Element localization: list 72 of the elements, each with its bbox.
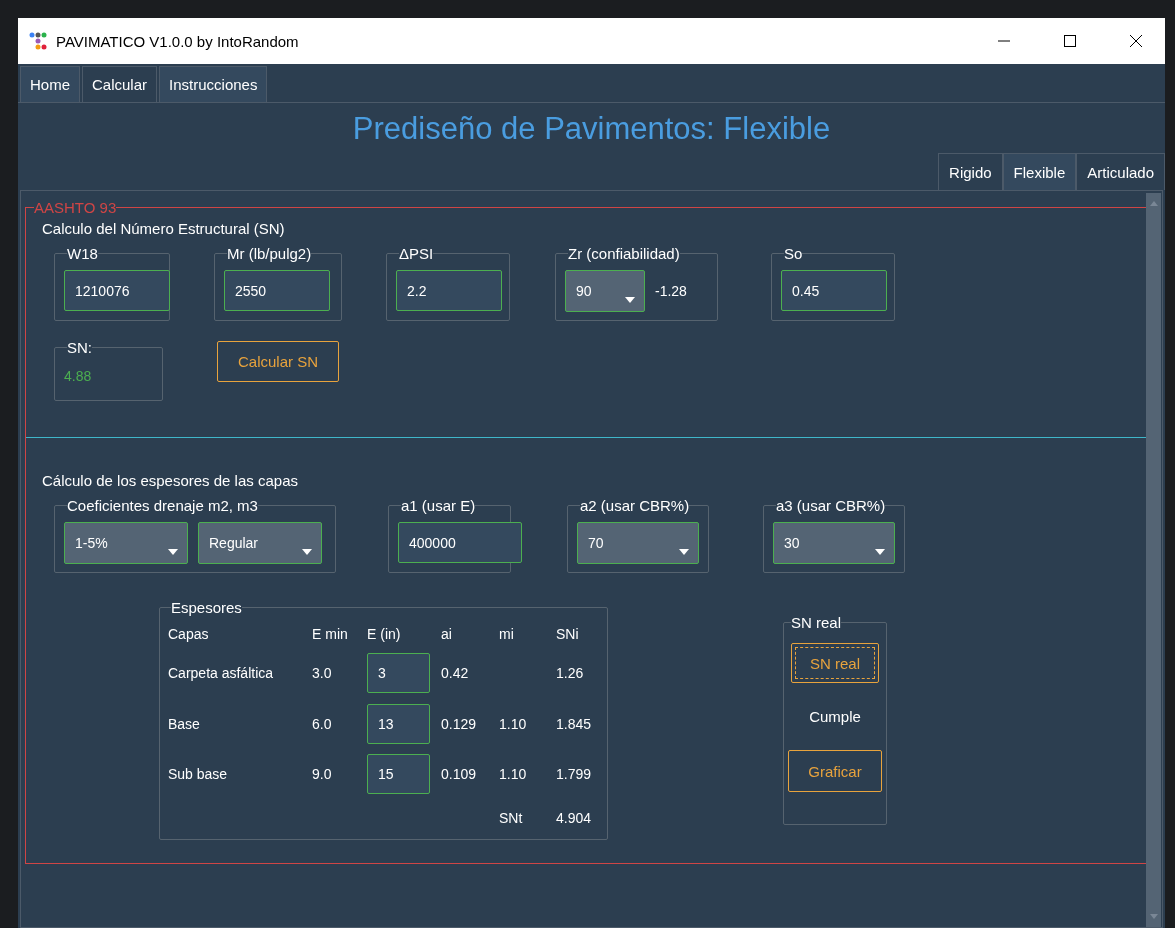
table-cell-text: SNt [499, 810, 524, 826]
sn-real-button[interactable]: SN real [791, 643, 879, 683]
input-field[interactable]: 2550 [224, 270, 330, 311]
tab[interactable]: Instrucciones [159, 66, 268, 102]
group-label: ΔPSI [399, 245, 434, 262]
table-cell-text: 1.10 [499, 716, 528, 732]
table-cell-text: 0.109 [441, 766, 478, 782]
page-heading: Prediseño de Pavimentos: Flexible [351, 111, 832, 147]
input-field[interactable]: 2.2 [396, 270, 502, 311]
table-cell-text: 1.799 [556, 766, 593, 782]
group-label: SN: [67, 339, 92, 356]
group-label: W18 [67, 245, 98, 262]
table-cell-text: 3.0 [312, 665, 333, 681]
column-header: SNi [556, 626, 580, 642]
tab[interactable]: Home [20, 66, 80, 102]
input-field[interactable]: 13 [367, 704, 430, 744]
table-cell-text: 0.42 [441, 665, 470, 681]
dropdown[interactable]: Regular [198, 522, 322, 564]
close-icon[interactable] [1129, 34, 1143, 48]
group-label: AASHTO 93 [34, 199, 117, 216]
table-cell-text: 9.0 [312, 766, 333, 782]
status-text: Cumple [809, 708, 861, 727]
table-cell-text: 1.10 [499, 766, 528, 782]
input-field[interactable]: 15 [367, 754, 430, 794]
input-field[interactable]: 400000 [398, 522, 522, 563]
tab[interactable]: Flexible [1002, 153, 1077, 190]
dropdown[interactable]: 1-5% [64, 522, 188, 564]
table-cell-text: 6.0 [312, 716, 333, 732]
calculate-button[interactable]: Calcular SN [217, 341, 339, 382]
column-header: ai [441, 626, 453, 642]
sn-value: 4.88 [64, 368, 92, 384]
group-label: So [784, 245, 803, 262]
caret-icon [679, 549, 689, 555]
dropdown[interactable]: 70 [577, 522, 699, 564]
tab[interactable]: Rigido [938, 153, 1003, 190]
table-cell-text: 1.26 [556, 665, 585, 681]
plot-button[interactable]: Graficar [788, 750, 882, 792]
column-header: Capas [168, 626, 210, 642]
table-cell-text: Carpeta asfáltica [168, 665, 275, 681]
tab[interactable]: Articulado [1076, 153, 1165, 190]
group-label: SN real [791, 614, 842, 631]
caret-icon [875, 549, 885, 555]
group-label: a3 (usar CBR%) [776, 497, 886, 514]
section-title: Cálculo de los espesores de las capas [42, 472, 299, 489]
app-icon [28, 31, 48, 51]
column-header: mi [499, 626, 515, 642]
group-label: a1 (usar E) [401, 497, 476, 514]
table-cell-text: 0.129 [441, 716, 478, 732]
column-header: E min [312, 626, 349, 642]
group-label: Zr (confiabilidad) [568, 245, 680, 262]
input-field[interactable]: 3 [367, 653, 430, 693]
caret-icon [302, 549, 312, 555]
input-field[interactable]: 0.45 [781, 270, 887, 311]
group-label: Mr (lb/pulg2) [227, 245, 312, 262]
table-cell-text: Sub base [168, 766, 229, 782]
table-cell-text: 4.904 [556, 810, 593, 826]
table-cell-text: 1.845 [556, 716, 593, 732]
group-label: Espesores [171, 599, 242, 616]
column-header: E (in) [367, 626, 402, 642]
input-field[interactable]: 1210076 [64, 270, 170, 311]
caret-icon [168, 549, 178, 555]
zr-value: -1.28 [655, 283, 687, 299]
tab[interactable]: Calcular [82, 66, 158, 102]
section-title: Calculo del Número Estructural (SN) [42, 220, 286, 237]
table-cell-text: Base [168, 716, 201, 732]
dropdown[interactable]: 30 [773, 522, 895, 564]
group-label: a2 (usar CBR%) [580, 497, 690, 514]
caret-icon [625, 297, 635, 303]
window-title: PAVIMATICO V1.0.0 by IntoRandom [56, 32, 299, 50]
dropdown[interactable]: 90 [565, 270, 645, 312]
group-label: Coeficientes drenaje m2, m3 [67, 497, 258, 514]
maximize-icon[interactable] [1063, 34, 1077, 48]
